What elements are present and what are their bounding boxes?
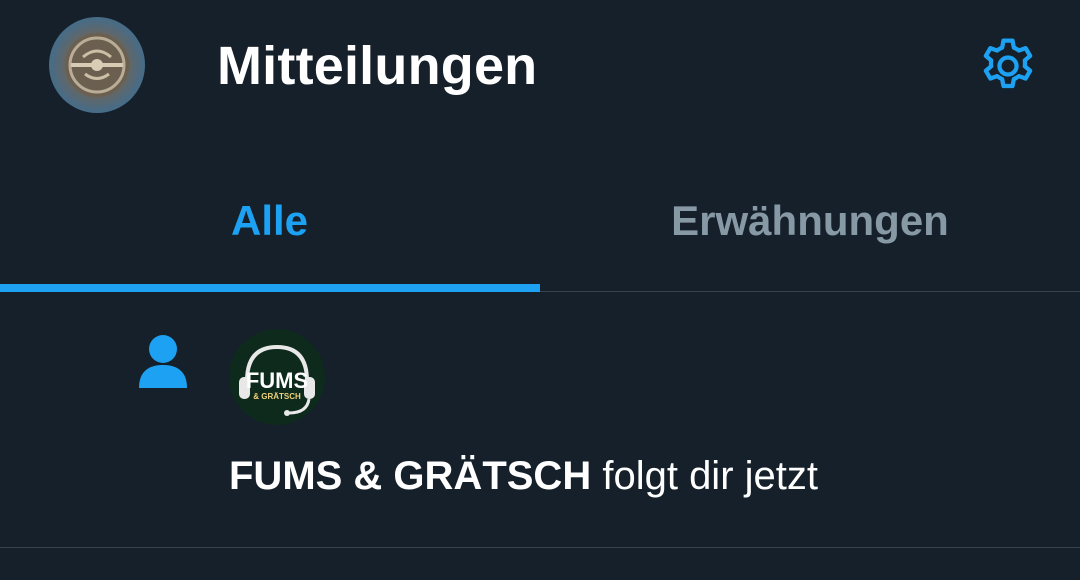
notification-tabs: Alle Erwähnungen [0,154,1080,292]
person-icon [138,334,188,388]
notification-text: FUMS & GRÄTSCH folgt dir jetzt [229,452,818,500]
app-header: Mitteilungen [0,0,1080,140]
tab-mentions[interactable]: Erwähnungen [540,154,1080,291]
tab-all-label: Alle [230,196,309,244]
headset-logo: FUMS & GRÄTSCH [229,329,325,425]
notification-action: folgt dir jetzt [602,454,818,498]
logo-text-sub: & GRÄTSCH [253,392,301,401]
follower-avatar[interactable]: FUMS & GRÄTSCH [229,329,325,425]
notification-item[interactable]: FUMS & GRÄTSCH FUMS & GRÄTSCH folgt dir … [0,292,1080,548]
gear-icon [983,38,1033,89]
logo-text-main: FUMS [246,368,308,393]
profile-avatar[interactable] [49,17,145,113]
follower-name[interactable]: FUMS & GRÄTSCH [229,454,591,498]
page-title: Mitteilungen [217,36,538,96]
avatar-coin-image [65,33,129,97]
settings-button[interactable] [972,30,1044,102]
active-tab-indicator [0,284,540,292]
tab-all[interactable]: Alle [0,154,540,292]
tab-mentions-label: Erwähnungen [671,196,949,244]
